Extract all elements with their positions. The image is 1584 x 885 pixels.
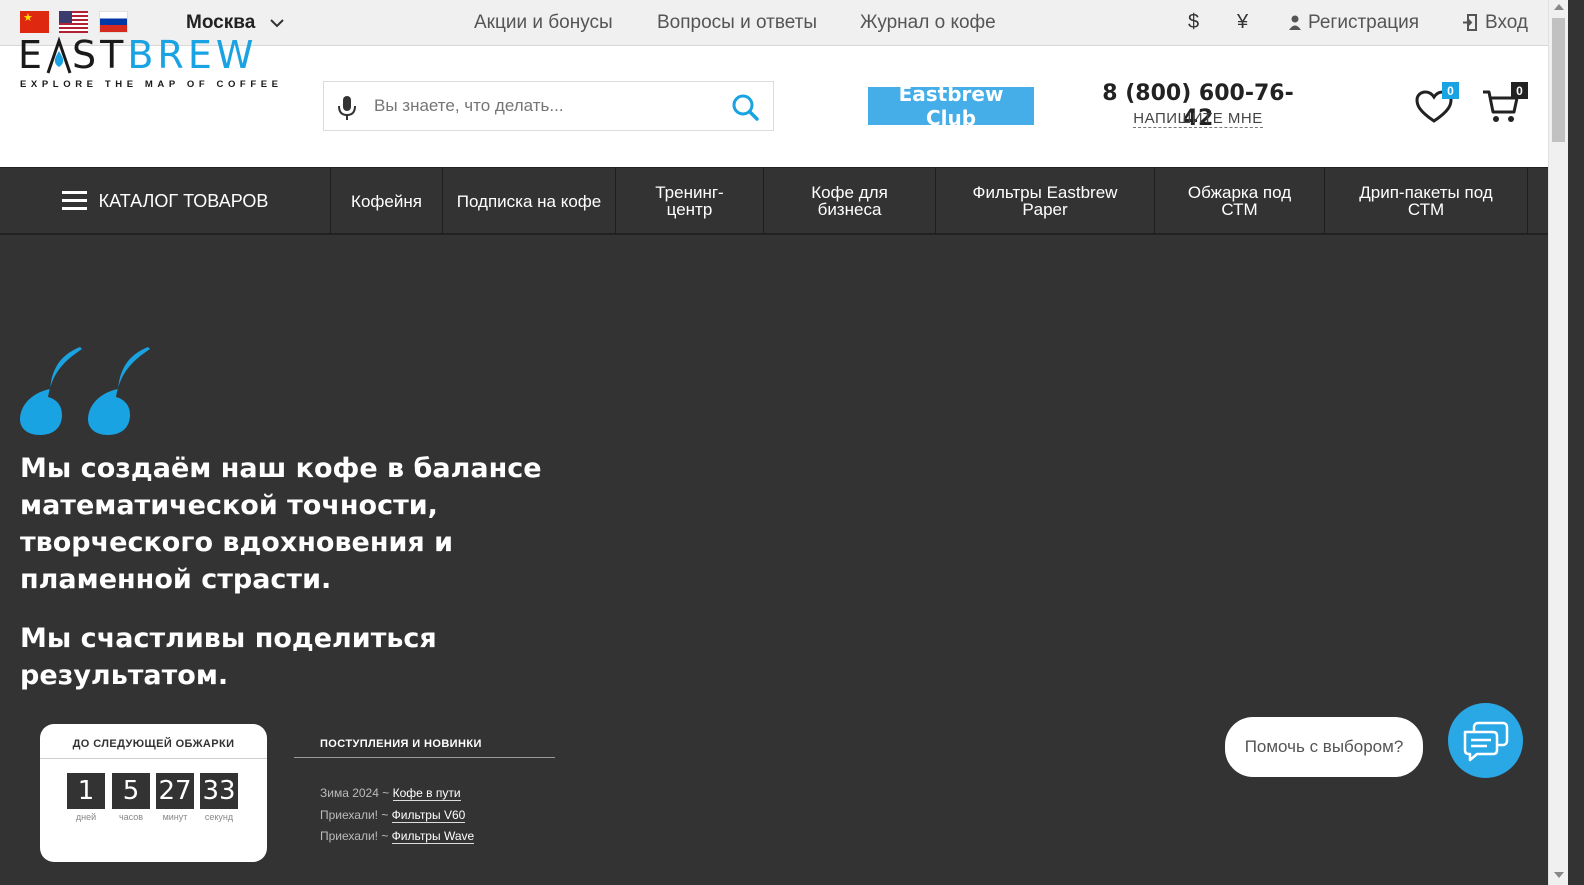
news-item: Приехали! ~ Фильтры V60 <box>320 808 466 823</box>
chevron-down-icon[interactable] <box>268 14 286 32</box>
chat-icon <box>1463 721 1508 761</box>
countdown-minutes-label: минут <box>162 812 188 822</box>
city-selector[interactable]: Москва <box>186 12 255 34</box>
currency-cny[interactable]: ¥ <box>1237 11 1248 34</box>
countdown-days: 1 <box>67 773 105 809</box>
search-icon[interactable] <box>731 93 759 121</box>
hamburger-menu-icon <box>61 191 87 211</box>
write-me-link-wrap[interactable]: НАПИШИТЕ МНЕ <box>1090 110 1306 128</box>
usa-flag-icon[interactable] <box>59 11 88 33</box>
logo-letters-st: ST <box>72 33 128 77</box>
scroll-up-arrow-icon[interactable] <box>1554 4 1564 10</box>
nav-item-eastbrew-paper-filters[interactable]: Фильтры Eastbrew Paper <box>936 168 1155 234</box>
page-scrollbar[interactable] <box>1548 0 1568 885</box>
scroll-down-arrow-icon[interactable] <box>1554 872 1564 878</box>
countdown-divider <box>40 758 267 759</box>
news-link[interactable]: Фильтры V60 <box>391 808 466 823</box>
write-me-link[interactable]: НАПИШИТЕ МНЕ <box>1133 110 1263 128</box>
currency-usd[interactable]: $ <box>1188 11 1199 34</box>
chat-button[interactable] <box>1448 703 1523 778</box>
logo-letter-e: E <box>18 33 47 77</box>
nav-item-coffee-shop[interactable]: Кофейня <box>331 168 443 234</box>
quote-marks-icon <box>20 347 150 435</box>
chat-prompt-bubble[interactable]: Помочь с выбором? <box>1225 717 1423 777</box>
news-link[interactable]: Фильтры Wave <box>391 829 475 844</box>
faq-link[interactable]: Вопросы и ответы <box>657 12 817 34</box>
hero-statement-secondary: Мы счастливы поделиться результатом. <box>20 623 437 691</box>
countdown-hours-label: часов <box>118 812 144 822</box>
scroll-thumb[interactable] <box>1552 18 1565 142</box>
user-icon <box>1289 15 1301 30</box>
nav-item-drip-bags-private-label[interactable]: Дрип-пакеты под СТМ <box>1325 168 1528 234</box>
countdown-seconds: 33 <box>200 773 238 809</box>
eastbrew-club-button[interactable]: Eastbrew Club <box>868 82 1034 130</box>
nav-item-coffee-subscription[interactable]: Подписка на кофе <box>443 168 616 234</box>
search-input[interactable] <box>372 92 712 120</box>
hero-statement: Мы создаём наш кофе в балансе математиче… <box>20 453 542 595</box>
news-divider <box>294 757 555 758</box>
nav-item-private-label-roasting[interactable]: Обжарка под СТМ <box>1155 168 1325 234</box>
news-item: Зима 2024 ~ Кофе в пути <box>320 786 461 801</box>
nav-item-coffee-for-business[interactable]: Кофе для бизнеса <box>764 168 936 234</box>
login-link[interactable]: Вход <box>1485 12 1528 34</box>
countdown-days-label: дней <box>75 812 97 822</box>
coffee-journal-link[interactable]: Журнал о кофе <box>860 12 996 34</box>
countdown-minutes: 27 <box>156 773 194 809</box>
main-navigation: КАТАЛОГ ТОВАРОВ Кофейня Подписка на кофе… <box>0 167 1548 235</box>
register-link[interactable]: Регистрация <box>1308 12 1419 34</box>
eastbrew-logo[interactable]: E STBREW EXPLORE THE MAP OF COFFEE <box>18 35 280 93</box>
countdown-seconds-label: секунд <box>204 812 234 822</box>
microphone-icon[interactable] <box>336 95 358 121</box>
catalog-label: КАТАЛОГ ТОВАРОВ <box>98 190 269 211</box>
news-link[interactable]: Кофе в пути <box>392 786 461 801</box>
logo-tagline: EXPLORE THE MAP OF COFFEE <box>20 79 283 90</box>
search-box <box>323 81 774 131</box>
promotions-link[interactable]: Акции и бонусы <box>474 12 613 34</box>
countdown-hours: 5 <box>112 773 150 809</box>
cart-count-badge: 0 <box>1511 82 1528 99</box>
china-flag-icon[interactable]: ★ <box>20 11 49 33</box>
catalog-button[interactable]: КАТАЛОГ ТОВАРОВ <box>0 168 331 234</box>
water-drop-icon <box>46 35 72 75</box>
roast-countdown-card: ДО СЛЕДУЮЩЕЙ ОБЖАРКИ 1 5 27 33 дней часо… <box>40 724 267 862</box>
countdown-title: ДО СЛЕДУЮЩЕЙ ОБЖАРКИ <box>72 738 235 750</box>
news-section-title: ПОСТУПЛЕНИЯ И НОВИНКИ <box>320 738 482 750</box>
logo-letters-brew: BREW <box>127 33 258 77</box>
login-icon <box>1463 14 1477 31</box>
news-item: Приехали! ~ Фильтры Wave <box>320 829 475 844</box>
favorites-count-badge: 0 <box>1442 82 1459 99</box>
nav-item-training-center[interactable]: Тренинг-центр <box>616 168 764 234</box>
russia-flag-icon[interactable] <box>99 11 128 33</box>
